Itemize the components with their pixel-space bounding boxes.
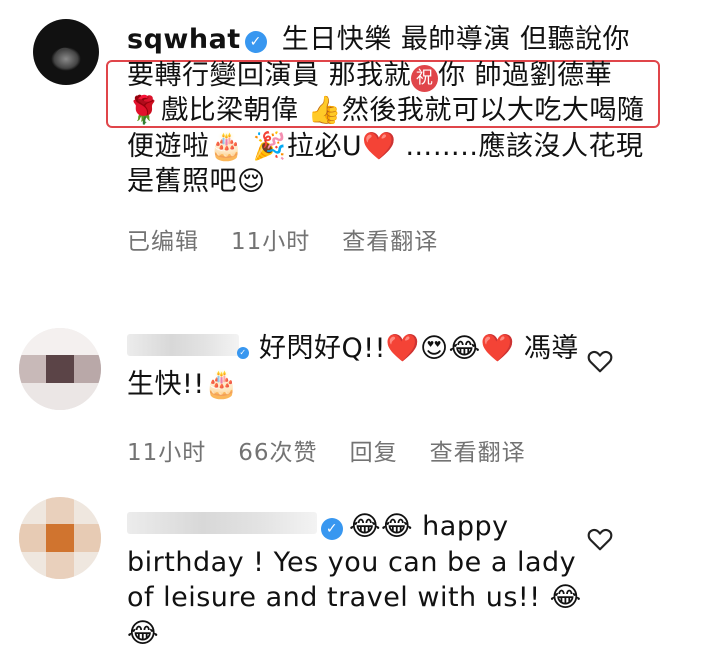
verified-badge-icon: ✓ xyxy=(237,347,249,359)
comment-text: ✓ 好閃好Q!!❤️😍😂❤️ 馮導生快!!🎂 xyxy=(127,331,597,402)
verified-badge-icon: ✓ xyxy=(321,518,343,540)
like-count[interactable]: 66次赞 xyxy=(238,440,317,466)
username[interactable]: sqwhat xyxy=(127,24,241,55)
avatar[interactable] xyxy=(19,497,101,579)
timestamp: 11小时 xyxy=(231,229,311,255)
comment-meta: 已编辑 11小时 查看翻译 xyxy=(127,222,470,256)
avatar[interactable] xyxy=(33,19,99,85)
comment-text: ✓ 😂😂 happy birthday ! Yes you can be a la… xyxy=(127,509,597,651)
avatar[interactable] xyxy=(19,328,101,410)
blessing-badge: 祝 xyxy=(411,64,439,92)
timestamp: 11小时 xyxy=(127,440,207,466)
username-blurred[interactable] xyxy=(127,512,317,534)
translate-link[interactable]: 查看翻译 xyxy=(342,229,438,255)
heart-icon[interactable] xyxy=(587,349,613,373)
verified-badge-icon: ✓ xyxy=(244,31,267,53)
reply-link[interactable]: 回复 xyxy=(350,440,398,466)
heart-icon[interactable] xyxy=(587,527,613,551)
translate-link[interactable]: 查看翻译 xyxy=(430,440,526,466)
username-blurred[interactable] xyxy=(127,334,239,356)
comment-text: sqwhat ✓ 生日快樂 最帥導演 但聽說你要轉行變回演員 那我就祝你 帥過劉德… xyxy=(127,22,647,200)
edited-label: 已编辑 xyxy=(127,229,199,255)
comment-meta: 11小时 66次赞 回复 查看翻译 xyxy=(127,433,558,467)
